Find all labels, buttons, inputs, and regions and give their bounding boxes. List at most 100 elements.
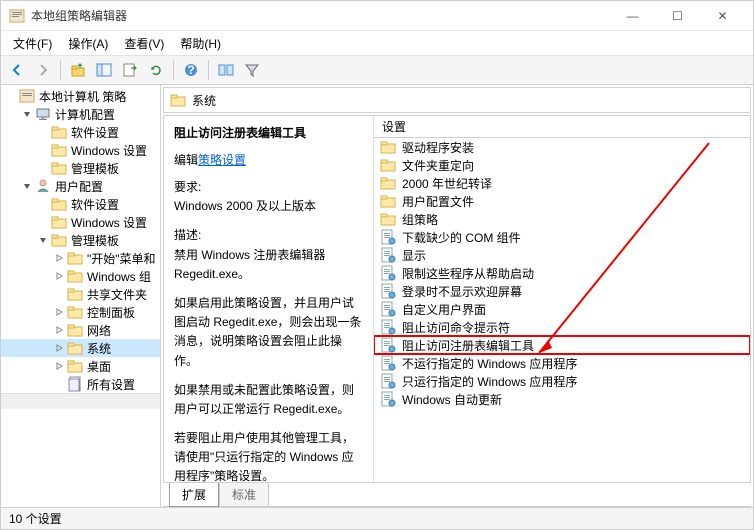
tree-node-label: "开始"菜单和 xyxy=(87,250,156,267)
expand-icon[interactable] xyxy=(53,360,65,372)
policy-settings-link[interactable]: 策略设置 xyxy=(198,153,246,167)
minimize-button[interactable]: — xyxy=(610,1,655,31)
tree-windows-settings-2[interactable]: Windows 设置 xyxy=(1,213,160,231)
tree-node-icon xyxy=(51,160,67,176)
list-item-label: 下载缺少的 COM 组件 xyxy=(402,229,521,246)
list-item[interactable]: 组策略 xyxy=(374,210,750,228)
menu-view[interactable]: 查看(V) xyxy=(116,32,172,55)
expand-icon[interactable] xyxy=(53,252,65,264)
tree-node-label: Windows 设置 xyxy=(71,142,147,159)
list-item-label: 自定义用户界面 xyxy=(402,301,486,318)
list-item[interactable]: 阻止访问注册表编辑工具 xyxy=(374,336,750,354)
folder-icon xyxy=(380,139,396,155)
tree-node-icon xyxy=(35,178,51,194)
policy-title: 阻止访问注册表编辑工具 xyxy=(174,124,363,141)
list-item[interactable]: 登录时不显示欢迎屏幕 xyxy=(374,282,750,300)
list-item[interactable]: 驱动程序安装 xyxy=(374,138,750,156)
list-item-label: 登录时不显示欢迎屏幕 xyxy=(402,283,522,300)
collapse-icon[interactable] xyxy=(21,108,33,120)
settings-list[interactable]: 驱动程序安装文件夹重定向2000 年世纪转译用户配置文件组策略下载缺少的 COM… xyxy=(374,138,750,482)
tree-root[interactable]: 本地计算机 策略 xyxy=(1,87,160,105)
help-button[interactable]: ? xyxy=(179,58,203,82)
column-header-setting[interactable]: 设置 xyxy=(374,116,750,138)
tree-node-label: 本地计算机 策略 xyxy=(39,88,126,105)
description-text: 如果启用此策略设置，并且用户试图启动 Regedit.exe，则会出现一条消息，… xyxy=(174,294,363,371)
expand-icon[interactable] xyxy=(53,270,65,282)
tree-user-config[interactable]: 用户配置 xyxy=(1,177,160,195)
list-item[interactable]: 不运行指定的 Windows 应用程序 xyxy=(374,354,750,372)
tree-admin-templates[interactable]: 管理模板 xyxy=(1,159,160,177)
show-hide-tree-button[interactable] xyxy=(92,58,116,82)
tree-windows-settings[interactable]: Windows 设置 xyxy=(1,141,160,159)
expand-icon[interactable] xyxy=(53,324,65,336)
tree-node-label: 所有设置 xyxy=(87,376,135,393)
tree-node-label: 控制面板 xyxy=(87,304,135,321)
tree-network[interactable]: 网络 xyxy=(1,321,160,339)
list-item[interactable]: 用户配置文件 xyxy=(374,192,750,210)
list-item[interactable]: 下载缺少的 COM 组件 xyxy=(374,228,750,246)
description-text: 禁用 Windows 注册表编辑器 Regedit.exe。 xyxy=(174,246,363,284)
tree-node-icon xyxy=(67,322,83,338)
tree-computer-config[interactable]: 计算机配置 xyxy=(1,105,160,123)
tree-node-label: 管理模板 xyxy=(71,232,119,249)
tree-node-icon xyxy=(51,142,67,158)
list-item[interactable]: 只运行指定的 Windows 应用程序 xyxy=(374,372,750,390)
window-title: 本地组策略编辑器 xyxy=(31,7,610,24)
tree-start-menu[interactable]: "开始"菜单和 xyxy=(1,249,160,267)
tree-windows-components[interactable]: Windows 组 xyxy=(1,267,160,285)
tree-desktop[interactable]: 桌面 xyxy=(1,357,160,375)
menu-action[interactable]: 操作(A) xyxy=(60,32,116,55)
expand-icon[interactable] xyxy=(53,342,65,354)
policy-icon xyxy=(380,247,396,263)
collapse-icon[interactable] xyxy=(37,234,49,246)
status-count: 10 个设置 xyxy=(9,510,62,527)
list-item-label: 组策略 xyxy=(402,211,438,228)
tree-pane[interactable]: 本地计算机 策略计算机配置软件设置Windows 设置管理模板用户配置软件设置W… xyxy=(1,85,161,507)
tree-software-settings-2[interactable]: 软件设置 xyxy=(1,195,160,213)
list-item[interactable]: Windows 自动更新 xyxy=(374,390,750,408)
filter-button[interactable] xyxy=(240,58,264,82)
extended-view-button[interactable] xyxy=(214,58,238,82)
folder-icon xyxy=(380,157,396,173)
list-item-label: 阻止访问命令提示符 xyxy=(402,319,510,336)
policy-icon xyxy=(380,301,396,317)
close-button[interactable]: ✕ xyxy=(700,1,745,31)
list-item[interactable]: 显示 xyxy=(374,246,750,264)
tree-shared-folders[interactable]: 共享文件夹 xyxy=(1,285,160,303)
list-item[interactable]: 阻止访问命令提示符 xyxy=(374,318,750,336)
tree-control-panel[interactable]: 控制面板 xyxy=(1,303,160,321)
path-bar: 系统 xyxy=(163,87,751,113)
tree-admin-templates-2[interactable]: 管理模板 xyxy=(1,231,160,249)
requirements-label: 要求: xyxy=(174,178,363,197)
toolbar: ? xyxy=(1,55,753,85)
tree-node-label: 软件设置 xyxy=(71,196,119,213)
refresh-button[interactable] xyxy=(144,58,168,82)
tree-system[interactable]: 系统 xyxy=(1,339,160,357)
menu-help[interactable]: 帮助(H) xyxy=(172,32,229,55)
policy-icon xyxy=(380,229,396,245)
up-button[interactable] xyxy=(66,58,90,82)
tab-standard[interactable]: 标准 xyxy=(219,483,269,507)
expand-icon[interactable] xyxy=(53,306,65,318)
tree-all-settings[interactable]: 所有设置 xyxy=(1,375,160,393)
forward-button[interactable] xyxy=(31,58,55,82)
list-item-label: 用户配置文件 xyxy=(402,193,474,210)
list-item[interactable]: 文件夹重定向 xyxy=(374,156,750,174)
list-item-label: Windows 自动更新 xyxy=(402,391,502,408)
collapse-icon[interactable] xyxy=(21,180,33,192)
horizontal-scrollbar[interactable] xyxy=(1,393,160,409)
maximize-button[interactable]: ☐ xyxy=(655,1,700,31)
export-button[interactable] xyxy=(118,58,142,82)
tree-software-settings[interactable]: 软件设置 xyxy=(1,123,160,141)
list-item[interactable]: 2000 年世纪转译 xyxy=(374,174,750,192)
tab-extended[interactable]: 扩展 xyxy=(169,483,219,507)
menu-file[interactable]: 文件(F) xyxy=(5,32,60,55)
back-button[interactable] xyxy=(5,58,29,82)
tree-node-icon xyxy=(35,106,51,122)
list-item[interactable]: 限制这些程序从帮助启动 xyxy=(374,264,750,282)
svg-text:?: ? xyxy=(187,63,194,77)
tree-node-icon xyxy=(67,376,83,392)
list-item[interactable]: 自定义用户界面 xyxy=(374,300,750,318)
edit-label: 编辑 xyxy=(174,153,198,167)
tree-node-label: 用户配置 xyxy=(55,178,103,195)
